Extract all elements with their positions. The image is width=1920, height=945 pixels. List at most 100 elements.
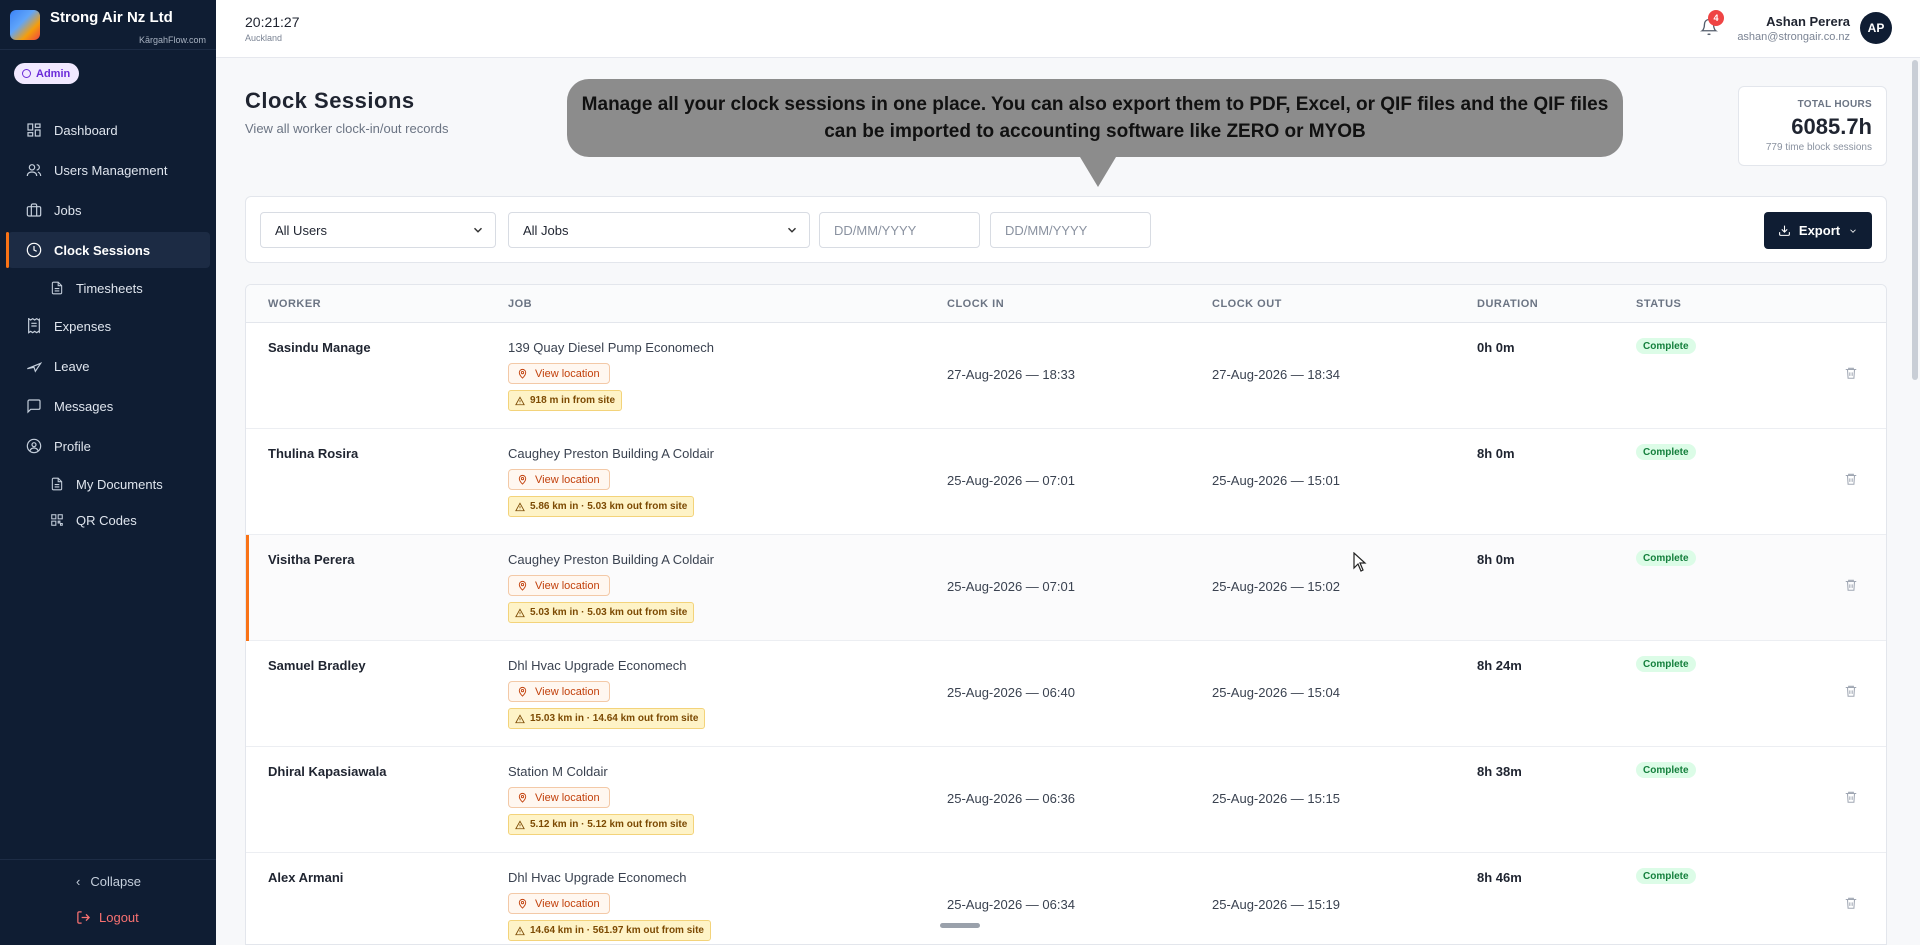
view-location-button[interactable]: View location xyxy=(508,681,610,702)
role-badge-label: Admin xyxy=(36,67,71,80)
delete-button[interactable] xyxy=(1844,472,1860,488)
date-to-input[interactable]: DD/MM/YYYY xyxy=(990,212,1151,248)
view-location-label: View location xyxy=(535,897,600,910)
view-location-label: View location xyxy=(535,473,600,486)
status-badge: Complete xyxy=(1636,444,1696,460)
date-from-input[interactable]: DD/MM/YYYY xyxy=(819,212,980,248)
sidebar: Strong Air Nz Ltd KārgahFlow.com Admin D… xyxy=(0,0,216,945)
clock-in-time: 25-Aug-2026 — 06:40 xyxy=(947,685,1075,700)
duration: 0h 0m xyxy=(1477,340,1515,355)
map-pin-icon xyxy=(518,898,527,909)
vertical-scrollbar[interactable] xyxy=(1912,60,1918,380)
delete-button[interactable] xyxy=(1844,684,1860,700)
delete-button[interactable] xyxy=(1844,790,1860,806)
map-pin-icon xyxy=(518,686,527,697)
worker-name: Dhiral Kapasiawala xyxy=(268,764,387,779)
worker-name: Samuel Bradley xyxy=(268,658,366,673)
collapse-button[interactable]: ‹ Collapse xyxy=(76,874,141,889)
sidebar-item-label: QR Codes xyxy=(76,512,137,528)
user-filter-select[interactable]: All Users xyxy=(260,212,496,248)
sidebar-item-clock-sessions[interactable]: Clock Sessions xyxy=(6,232,210,268)
notification-badge: 4 xyxy=(1708,10,1724,26)
sidebar-item-jobs[interactable]: Jobs xyxy=(0,192,216,228)
status-badge: Complete xyxy=(1636,656,1696,672)
trash-icon xyxy=(1845,579,1857,591)
export-button[interactable]: Export xyxy=(1764,212,1872,249)
warning-icon xyxy=(515,925,525,935)
user-filter-value: All Users xyxy=(275,222,328,238)
clock-out-time: 25-Aug-2026 — 15:04 xyxy=(1212,685,1340,700)
collapse-label: Collapse xyxy=(90,874,141,889)
logout-button[interactable]: Logout xyxy=(76,910,139,925)
sidebar-item-label: Expenses xyxy=(54,318,112,334)
distance-warning: 15.03 km in · 14.64 km out from site xyxy=(508,708,706,729)
clock-in-time: 25-Aug-2026 — 06:36 xyxy=(947,791,1075,806)
sidebar-item-label: Clock Sessions xyxy=(54,242,151,258)
brand-logo xyxy=(10,9,40,40)
mouse-cursor-icon xyxy=(1353,552,1367,572)
warning-icon xyxy=(515,501,525,511)
total-hours-card: TOTAL HOURS 6085.7h 779 time block sessi… xyxy=(1738,86,1887,166)
dashboard-icon xyxy=(27,123,41,137)
worker-name: Alex Armani xyxy=(268,870,344,885)
view-location-button[interactable]: View location xyxy=(508,363,610,384)
sidebar-item-label: Profile xyxy=(54,438,91,454)
job-filter-value: All Jobs xyxy=(523,222,569,238)
download-icon xyxy=(1778,225,1790,236)
delete-button[interactable] xyxy=(1844,578,1860,594)
view-location-button[interactable]: View location xyxy=(508,575,610,596)
timezone: Auckland xyxy=(245,33,283,43)
duration: 8h 0m xyxy=(1477,552,1515,567)
clock-in-time: 27-Aug-2026 — 18:33 xyxy=(947,367,1075,382)
avatar[interactable]: AP xyxy=(1860,12,1892,44)
worker-name: Visitha Perera xyxy=(268,552,355,567)
table-row[interactable]: Dhiral Kapasiawala Station M Coldair Vie… xyxy=(246,747,1886,853)
distance-warning-text: 918 m in from site xyxy=(530,395,616,406)
delete-button[interactable] xyxy=(1844,896,1860,912)
view-location-button[interactable]: View location xyxy=(508,893,610,914)
status-badge: Complete xyxy=(1636,762,1696,778)
table-row[interactable]: Visitha Perera Caughey Preston Building … xyxy=(246,535,1886,641)
sidebar-item-label: Dashboard xyxy=(54,122,118,138)
logout-label: Logout xyxy=(99,910,139,925)
sidebar-item-users[interactable]: Users Management xyxy=(0,152,216,188)
sidebar-item-qr-codes[interactable]: QR Codes xyxy=(0,504,216,536)
sidebar-item-timesheets[interactable]: Timesheets xyxy=(0,272,216,304)
view-location-button[interactable]: View location xyxy=(508,787,610,808)
sidebar-item-messages[interactable]: Messages xyxy=(0,388,216,424)
trash-icon xyxy=(1845,473,1857,485)
trash-icon xyxy=(1845,791,1857,803)
table-row[interactable]: Alex Armani Dhl Hvac Upgrade Economech V… xyxy=(246,853,1886,944)
role-badge: Admin xyxy=(14,63,80,84)
brand-name: Strong Air Nz Ltd xyxy=(50,8,173,26)
sidebar-item-my-documents[interactable]: My Documents xyxy=(0,468,216,500)
briefcase-icon xyxy=(26,203,42,217)
view-location-button[interactable]: View location xyxy=(508,469,610,490)
map-pin-icon xyxy=(518,368,527,379)
distance-warning: 5.03 km in · 5.03 km out from site xyxy=(508,602,695,623)
duration: 8h 38m xyxy=(1477,764,1522,779)
page-title: Clock Sessions xyxy=(245,88,415,113)
sidebar-item-leave[interactable]: Leave xyxy=(0,348,216,384)
job-filter-select[interactable]: All Jobs xyxy=(508,212,810,248)
worker-name: Sasindu Manage xyxy=(268,340,371,355)
qr-code-icon xyxy=(51,514,63,526)
job-name: Caughey Preston Building A Coldair xyxy=(508,446,714,461)
trash-icon xyxy=(1845,367,1857,379)
total-hours-label: TOTAL HOURS xyxy=(1797,99,1872,110)
table-row[interactable]: Samuel Bradley Dhl Hvac Upgrade Economec… xyxy=(246,641,1886,747)
document-icon xyxy=(51,281,63,295)
sidebar-item-label: Users Management xyxy=(54,162,168,178)
table-row[interactable]: Sasindu Manage 139 Quay Diesel Pump Econ… xyxy=(246,323,1886,429)
shield-icon xyxy=(22,69,31,78)
horizontal-scrollbar[interactable] xyxy=(940,923,980,928)
export-label: Export xyxy=(1798,223,1841,238)
sidebar-item-dashboard[interactable]: Dashboard xyxy=(0,112,216,148)
clock-in-time: 25-Aug-2026 — 06:34 xyxy=(947,897,1075,912)
warning-icon xyxy=(515,607,525,617)
delete-button[interactable] xyxy=(1844,366,1860,382)
sidebar-item-profile[interactable]: Profile xyxy=(0,428,216,464)
distance-warning-text: 14.64 km in · 561.97 km out from site xyxy=(530,925,704,936)
sidebar-item-expenses[interactable]: Expenses xyxy=(0,308,216,344)
table-row[interactable]: Thulina Rosira Caughey Preston Building … xyxy=(246,429,1886,535)
